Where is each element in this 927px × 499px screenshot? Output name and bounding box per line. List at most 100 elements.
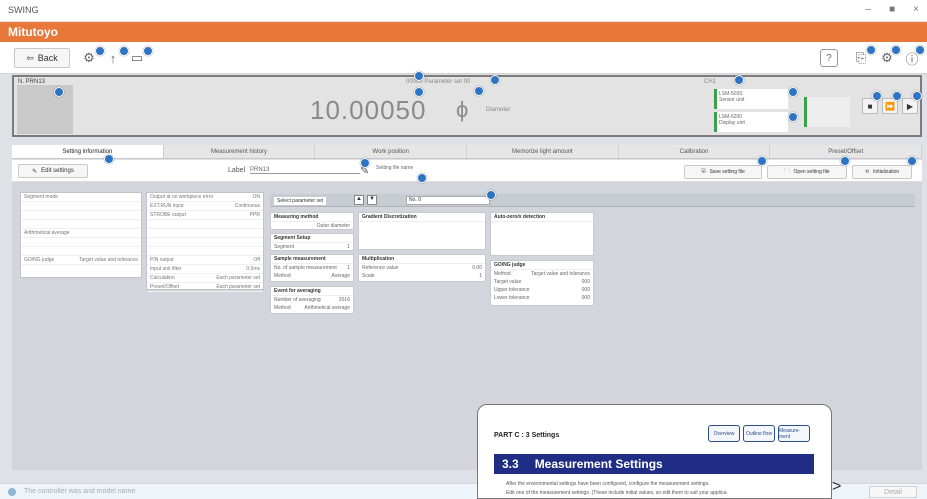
manual-paragraph: After the environmental settings have be… (506, 481, 710, 487)
help-marker (788, 112, 798, 122)
help-marker (95, 46, 105, 56)
measuring-method-panel[interactable]: Measuring method Outer diameter (270, 212, 354, 230)
io-settings-column: Output at no workpiece error ON EXT.RUN i… (146, 192, 264, 292)
help-marker (788, 87, 798, 97)
setting-row[interactable] (147, 238, 263, 247)
segment-setup-panel[interactable]: Segment Setup Segment 1 (270, 233, 354, 251)
auto-detection-panel[interactable]: Auto-zero/x detection (490, 212, 594, 256)
panel-title: Measuring method (271, 213, 353, 222)
setting-file-name: Setting file name (376, 165, 414, 171)
setting-row[interactable]: Input unit filter 0.0ms (147, 265, 263, 274)
go-ng-judge-panel[interactable]: GO/NG judge Method Target value and toler… (490, 260, 594, 306)
window-controls: – ■ × (866, 4, 919, 15)
tab-bar: Setting information Measurement history … (12, 145, 923, 159)
general-settings-column: Segment mode Arithmetical average GO/NG … (20, 192, 142, 278)
averaging-panel[interactable]: Event for averaging Number of averaging 2… (270, 286, 354, 314)
setting-row[interactable]: Segment mode (21, 193, 141, 202)
select-param-label: Select parameter set (274, 197, 327, 205)
help-marker (907, 156, 917, 166)
help-marker (840, 156, 850, 166)
setting-row[interactable]: Calculation Each parameter set (147, 274, 263, 283)
tab-setting-information[interactable]: Setting information (12, 145, 164, 158)
edit-settings-button[interactable]: ✎ Edit settings (18, 164, 88, 178)
brand-bar: Mitutoyo (0, 22, 927, 42)
help-marker (119, 46, 129, 56)
setting-row[interactable] (21, 238, 141, 247)
status-text: The controller was and model name. (24, 488, 138, 495)
setting-row[interactable]: Output at no workpiece error ON (147, 193, 263, 202)
manual-tab[interactable]: Measure-ment (778, 425, 810, 442)
help-marker (414, 87, 424, 97)
setting-row[interactable]: EXT.RUN input Continuous (147, 202, 263, 211)
setting-row[interactable] (147, 220, 263, 229)
help-marker (891, 45, 901, 55)
sensor-card[interactable]: LSM-6200 Display unit (714, 112, 788, 132)
controller-card[interactable] (804, 97, 850, 127)
setting-row[interactable] (21, 247, 141, 256)
setting-row[interactable] (21, 220, 141, 229)
help-marker (474, 86, 484, 96)
setting-row[interactable]: Preset/Offset Each parameter set (147, 283, 263, 292)
app-window: SWING – ■ × Mitutoyo ⇦ Back ⚙ ↑ ▭ ? ⎘ ⚙ … (0, 0, 927, 499)
param-down-button[interactable]: ▼ (367, 195, 377, 205)
manual-tab[interactable]: Outline flow (743, 425, 775, 442)
panel-title: GO/NG judge (491, 261, 593, 270)
sample-measurement-panel[interactable]: Sample measurement No. of sample measure… (270, 254, 354, 282)
setting-row[interactable]: STROBE output PPR (147, 211, 263, 220)
help-marker (915, 45, 925, 55)
tab-calibration[interactable]: Calibration (619, 145, 771, 158)
maximize-button[interactable]: ■ (889, 4, 895, 15)
open-setting-label: Open setting file (793, 169, 830, 175)
back-label: Back (37, 53, 58, 63)
folder-icon: 🗀 (784, 168, 790, 174)
setting-row[interactable] (147, 229, 263, 238)
edit-settings-label: Edit settings (41, 168, 74, 174)
panel-title: Multiplication (359, 255, 485, 264)
manual-part-title: PART C : 3 Settings (494, 432, 560, 439)
back-button[interactable]: ⇦ Back (14, 48, 70, 68)
tab-measurement-history[interactable]: Measurement history (164, 145, 316, 158)
gradient-panel[interactable]: Gradient Discretization (358, 212, 486, 250)
setting-row[interactable]: GO/NG judge Target value and tolerance (21, 256, 141, 265)
window-title: SWING (8, 5, 39, 15)
reset-icon: ⟲ (864, 169, 870, 175)
help-marker (486, 190, 496, 200)
minimize-button[interactable]: – (866, 4, 872, 15)
setting-row[interactable] (21, 211, 141, 220)
setting-row[interactable]: Arithmetical average (21, 229, 141, 238)
help-marker (912, 91, 922, 101)
param-set-select[interactable]: No. 0 (406, 196, 490, 205)
help-icon[interactable]: ? (820, 49, 838, 67)
multiplication-panel[interactable]: Multiplication Reference value 0.00 Scale… (358, 254, 486, 282)
parameter-set-bar: Select parameter set ▲ ▼ No. 0 (270, 190, 915, 207)
sensor-card[interactable]: LSM-503S Sensor unit (714, 89, 788, 109)
channel-strip[interactable] (17, 85, 73, 134)
detail-button[interactable]: Detail (869, 486, 917, 498)
title-bar: SWING – ■ × (0, 0, 927, 22)
sensor-area: LSM-503S Sensor unit LSM-6200 Display un… (714, 89, 854, 134)
sensor-sub: Sensor unit (719, 97, 745, 103)
save-icon: 🖫 (701, 168, 706, 174)
save-setting-file-button[interactable]: 🖫 Save setting file (684, 165, 762, 179)
open-setting-file-button[interactable]: 🗀 Open setting file (767, 165, 847, 179)
param-up-button[interactable]: ▲ (354, 195, 364, 205)
diameter-icon: ϕ (456, 97, 469, 122)
help-marker (490, 75, 500, 85)
label-input[interactable]: PRN13 (250, 167, 360, 174)
close-button[interactable]: × (913, 4, 919, 15)
help-marker (360, 158, 370, 168)
tab-memorize-light[interactable]: Memorize light amount (467, 145, 619, 158)
tab-work-position[interactable]: Work position (315, 145, 468, 158)
playback-controls: ■ ⏩ ▶ (862, 98, 918, 114)
setting-row[interactable]: P/N output Off (147, 256, 263, 265)
measurement-panel: N. PRN13 00000 Parameter set 00 10.00050… (12, 71, 922, 137)
help-marker (414, 71, 424, 81)
setting-row[interactable] (21, 202, 141, 211)
mitutoyo-logo: Mitutoyo (8, 25, 58, 39)
panel-title: Segment Setup (271, 234, 353, 243)
setting-row[interactable] (147, 247, 263, 256)
manual-tab[interactable]: Overview (708, 425, 740, 442)
initialization-button[interactable]: ⟲ Initialization (852, 165, 912, 179)
help-marker (104, 154, 114, 164)
panel-title: Gradient Discretization (359, 213, 485, 222)
